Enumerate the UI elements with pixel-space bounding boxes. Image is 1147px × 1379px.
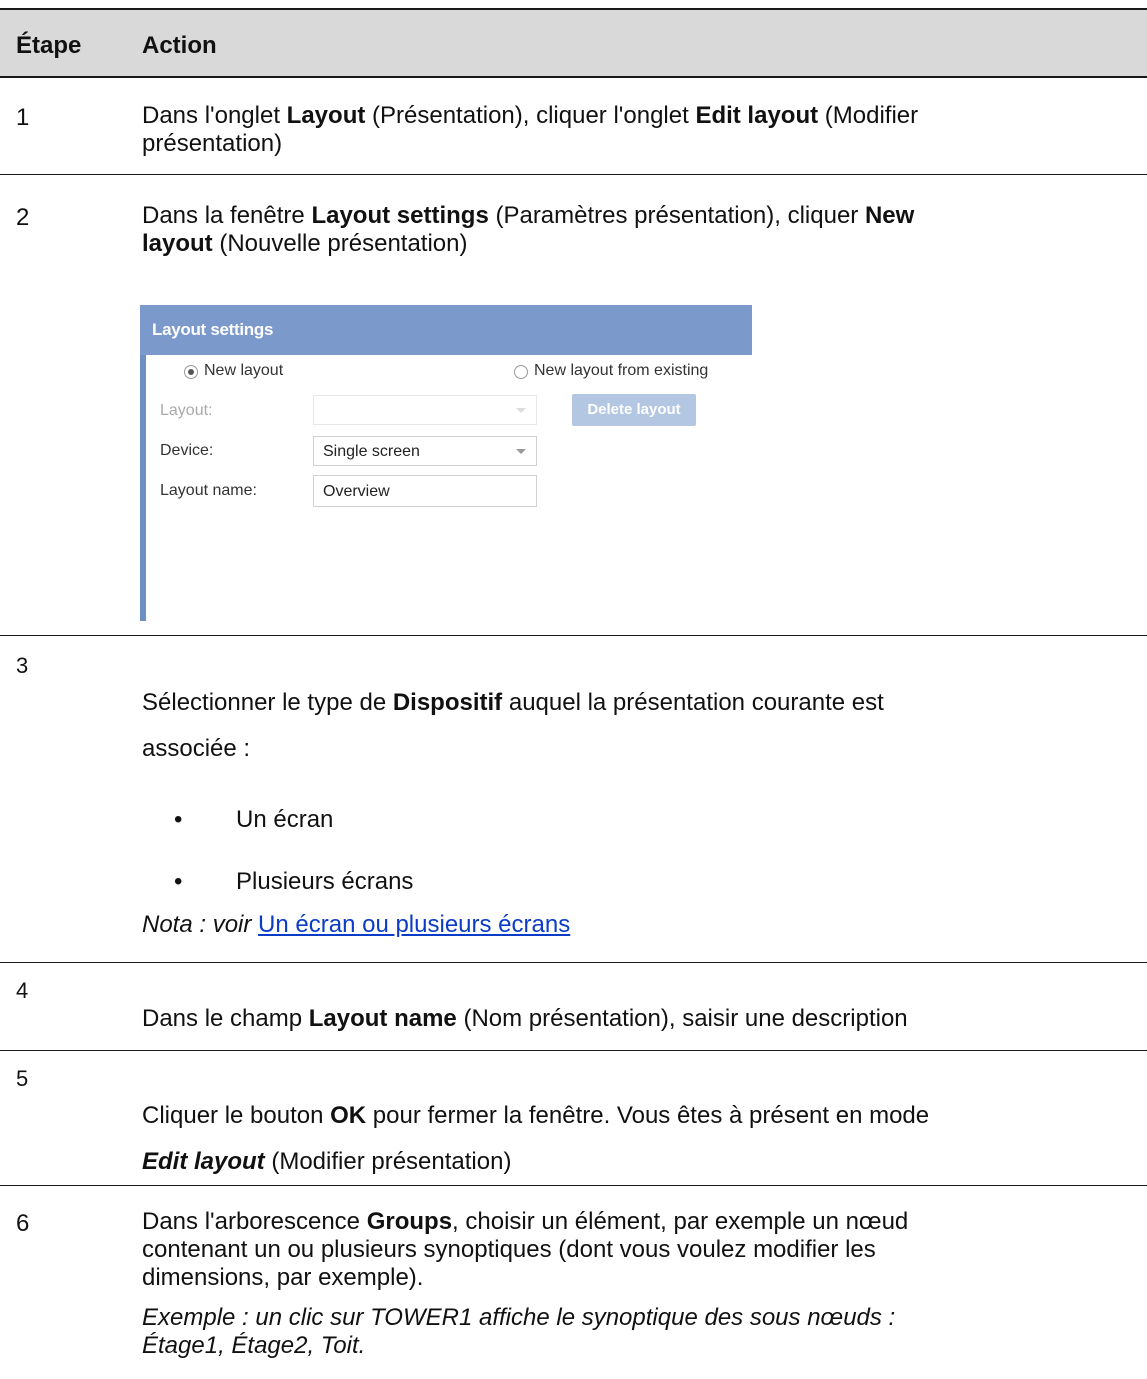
row-rule [0, 962, 1147, 963]
row-rule [0, 1050, 1147, 1051]
layout-select[interactable] [313, 395, 537, 425]
header-rule [0, 76, 1147, 78]
step-number: 1 [16, 104, 30, 131]
row-rule [0, 174, 1147, 175]
step-5-text: Cliquer le bouton OK pour fermer la fenê… [142, 1102, 930, 1175]
step-number: 6 [16, 1210, 30, 1237]
step-1-text: Dans l'onglet Layout (Présentation), cli… [142, 102, 919, 157]
bullet-icon: • [174, 868, 183, 895]
step-3-note: Nota : voir Un écran ou plusieurs écrans [142, 911, 571, 938]
device-select[interactable]: Single screen [313, 436, 537, 466]
step-2-text: Dans la fenêtre Layout settings (Paramèt… [142, 202, 915, 257]
new-layout-label: New layout [204, 362, 284, 379]
layout-name-label: Layout name: [160, 482, 257, 499]
row-rule [0, 1185, 1147, 1186]
bullet-item: Plusieurs écrans [236, 868, 414, 895]
step-6-example: Exemple : un clic sur TOWER1 affiche le … [142, 1304, 896, 1359]
bullet-item: Un écran [236, 806, 334, 833]
step-number: 2 [16, 204, 30, 231]
row-rule [0, 635, 1147, 636]
new-layout-from-existing-radio[interactable] [514, 365, 528, 379]
header-step: Étape [16, 32, 82, 59]
step-number: 4 [16, 978, 29, 1003]
dialog-title-bar: Layout settings [140, 305, 752, 355]
chevron-down-icon [516, 449, 526, 454]
link-un-ecran-ou-plusieurs-ecrans[interactable]: Un écran ou plusieurs écrans [258, 911, 570, 938]
layout-label: Layout: [160, 402, 213, 419]
step-4-text: Dans le champ Layout name (Nom présentat… [142, 1005, 908, 1032]
dialog-title: Layout settings [152, 320, 274, 339]
chevron-down-icon [516, 408, 526, 413]
device-label: Device: [160, 442, 214, 459]
bullet-icon: • [174, 806, 183, 833]
header-action: Action [142, 32, 217, 59]
layout-name-field[interactable]: Overview [313, 475, 537, 507]
step-3-text: Sélectionner le type de Dispositif auque… [142, 689, 884, 762]
step-number: 3 [16, 653, 29, 678]
layout-settings-dialog: Layout settings New layout New layout fr… [140, 305, 752, 621]
new-layout-from-existing-label: New layout from existing [534, 362, 709, 379]
step-number: 5 [16, 1066, 29, 1091]
step-6-text: Dans l'arborescence Groups, choisir un é… [142, 1208, 909, 1291]
delete-layout-button[interactable]: Delete layout [572, 394, 696, 426]
new-layout-radio[interactable] [184, 365, 198, 379]
